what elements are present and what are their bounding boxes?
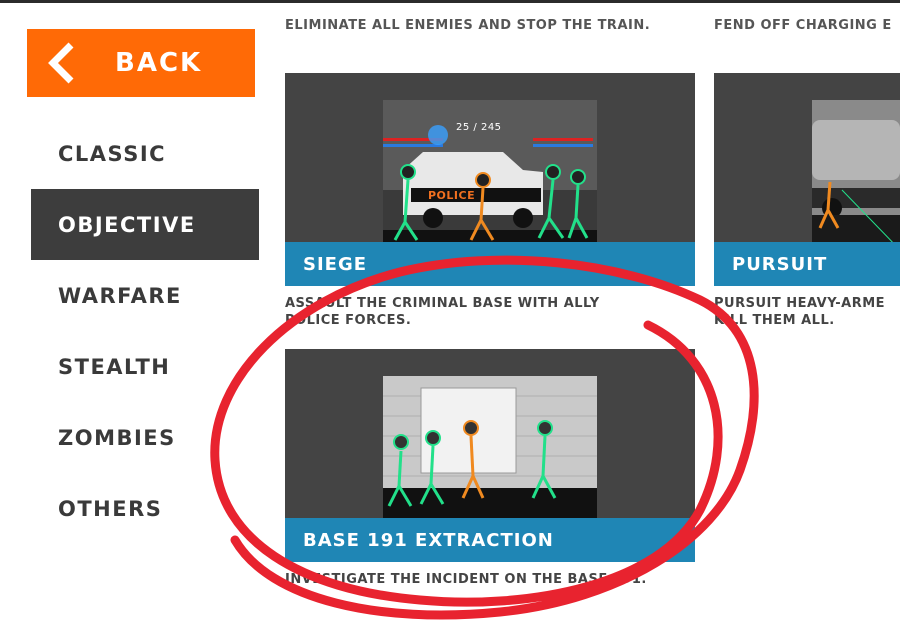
mission-card-siege[interactable]: 25 / 245 POLICE SIEGE — [285, 73, 695, 286]
back-label: BACK — [115, 48, 203, 78]
top-border — [0, 0, 900, 3]
base-191-thumbnail — [383, 376, 597, 519]
back-button[interactable]: BACK — [27, 29, 255, 97]
base-191-description: INVESTIGATE THE INCIDENT ON THE BASE 191… — [285, 572, 647, 587]
train-mission-description: ELIMINATE ALL ENEMIES AND STOP THE TRAIN… — [285, 18, 651, 33]
siege-description-line2: POLICE FORCES. — [285, 313, 412, 328]
base-191-title: BASE 191 EXTRACTION — [285, 518, 695, 562]
mission-card-pursuit[interactable]: PURSUIT — [714, 73, 900, 286]
siege-thumbnail: 25 / 245 POLICE — [383, 100, 597, 243]
siege-description: ASSAULT THE CRIMINAL BASE WITH ALLY POLI… — [285, 295, 600, 329]
pursuit-thumbnail — [812, 100, 900, 243]
pursuit-description: PURSUIT HEAVY-ARME KILL THEM ALL. — [714, 295, 885, 329]
nav-item-classic[interactable]: CLASSIC — [31, 118, 259, 189]
siege-title: SIEGE — [285, 242, 695, 286]
police-car-text: POLICE — [428, 189, 475, 202]
nav-item-warfare[interactable]: WARFARE — [31, 260, 259, 331]
pursuit-title: PURSUIT — [714, 242, 900, 286]
mission-card-base-191-extraction[interactable]: BASE 191 EXTRACTION — [285, 349, 695, 562]
charging-mission-description: FEND OFF CHARGING E — [714, 18, 892, 33]
nav-item-stealth[interactable]: STEALTH — [31, 331, 259, 402]
nav-item-objective[interactable]: OBJECTIVE — [31, 189, 259, 260]
nav-item-others[interactable]: OTHERS — [31, 473, 259, 544]
pursuit-description-line2: KILL THEM ALL. — [714, 313, 835, 328]
chevron-left-icon — [48, 42, 74, 84]
nav-item-zombies[interactable]: ZOMBIES — [31, 402, 259, 473]
ammo-counter: 25 / 245 — [456, 122, 502, 133]
siege-description-line1: ASSAULT THE CRIMINAL BASE WITH ALLY — [285, 296, 600, 311]
pursuit-description-line1: PURSUIT HEAVY-ARME — [714, 296, 886, 311]
